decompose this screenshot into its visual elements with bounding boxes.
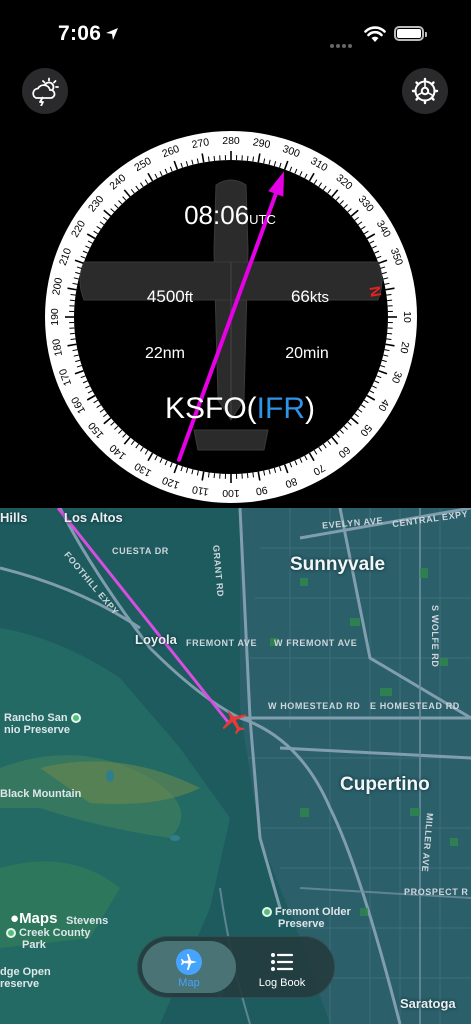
compass-tick <box>207 156 210 162</box>
street-prospect: PROSPECT R <box>404 887 469 897</box>
destination-airport[interactable]: KSFO(IFR) <box>140 392 340 426</box>
cellular-signal-icon <box>330 35 354 53</box>
tab-log-book-label: Log Book <box>258 977 306 989</box>
compass-tick <box>70 293 76 296</box>
compass-tick <box>246 155 249 161</box>
city-hills: Hills <box>0 510 28 525</box>
compass-tick <box>70 338 76 341</box>
park-pin-icon <box>262 907 272 918</box>
street-cuesta: CUESTA DR <box>112 546 169 556</box>
street-homestead-1: W HOMESTEAD RD <box>268 701 361 711</box>
battery-icon <box>394 26 427 41</box>
cloud-sun-lightning-icon <box>32 77 59 106</box>
heading-label: 190 <box>49 308 61 326</box>
airplane-circle-icon <box>176 949 202 975</box>
time-remaining-readout: 20min <box>285 345 329 362</box>
compass-tick <box>252 156 255 162</box>
heading-label: 20 <box>397 341 411 355</box>
heading-label: 100 <box>222 487 240 499</box>
heading-label: 280 <box>222 135 240 147</box>
weather-button[interactable] <box>22 68 68 114</box>
park-pin-icon <box>70 713 81 724</box>
maps-attribution[interactable]: ●Maps <box>10 910 57 927</box>
compass-tick <box>387 332 393 335</box>
city-saratoga: Saratoga <box>400 996 456 1011</box>
street-wolfe: S WOLFE RD <box>430 605 440 668</box>
street-fremont-1: FREMONT AVE <box>186 638 258 648</box>
city-los-altos: Los Altos <box>64 510 123 525</box>
status-time: 7:06 <box>58 22 102 45</box>
gear-icon <box>411 77 439 105</box>
speed-readout: 66kts <box>290 287 330 306</box>
compass-tick <box>387 299 393 302</box>
status-bar: 7:06 <box>0 0 471 70</box>
app-root: 7:06 10 20 30 40 50 60 70 80 90 100 110 … <box>0 0 471 1024</box>
settings-button[interactable] <box>402 68 448 114</box>
poi-ridge: dge Open reserve <box>0 966 51 990</box>
poi-fremont-older: Fremont Older Preserve <box>262 906 351 930</box>
park-pin-icon <box>6 928 16 939</box>
compass-tick <box>386 338 392 341</box>
list-icon <box>271 953 294 971</box>
wifi-icon <box>364 26 386 42</box>
location-arrow-icon <box>106 28 118 40</box>
city-cupertino: Cupertino <box>340 774 430 795</box>
tab-map[interactable]: Map <box>142 941 236 993</box>
apple-logo-icon: ● <box>10 910 20 927</box>
city-loyola: Loyola <box>135 632 177 647</box>
street-fremont-2: W FREMONT AVE <box>274 638 358 648</box>
heading-label: 10 <box>401 311 413 323</box>
city-sunnyvale: Sunnyvale <box>290 554 386 575</box>
tab-bar: Map Log Book <box>137 936 335 998</box>
poi-rancho: Rancho San nio Preserve <box>4 712 84 736</box>
flight-rule: IFR <box>256 392 305 425</box>
utc-time: 08:06UTC <box>184 200 276 230</box>
airplane-position-icon[interactable] <box>219 706 249 736</box>
altitude-readout: 4500ft <box>146 287 194 306</box>
compass-tick <box>207 472 210 478</box>
compass-tick <box>213 473 216 479</box>
heading-label: 90 <box>255 483 269 497</box>
compass-tick <box>69 299 75 302</box>
street-homestead-2: E HOMESTEAD RD <box>370 701 460 711</box>
tab-map-label: Map <box>178 977 200 989</box>
compass-tick <box>386 293 392 296</box>
compass-tick <box>69 332 75 335</box>
compass-dial[interactable]: 1020304050607080901001101201301401501601… <box>44 130 418 504</box>
compass-tick <box>246 473 249 479</box>
compass-tick <box>252 472 255 478</box>
poi-black-mountain: Black Mountain <box>0 788 82 800</box>
distance-readout: 22nm <box>144 345 186 362</box>
tab-log-book[interactable]: Log Book <box>235 941 329 993</box>
compass-tick <box>213 155 216 161</box>
